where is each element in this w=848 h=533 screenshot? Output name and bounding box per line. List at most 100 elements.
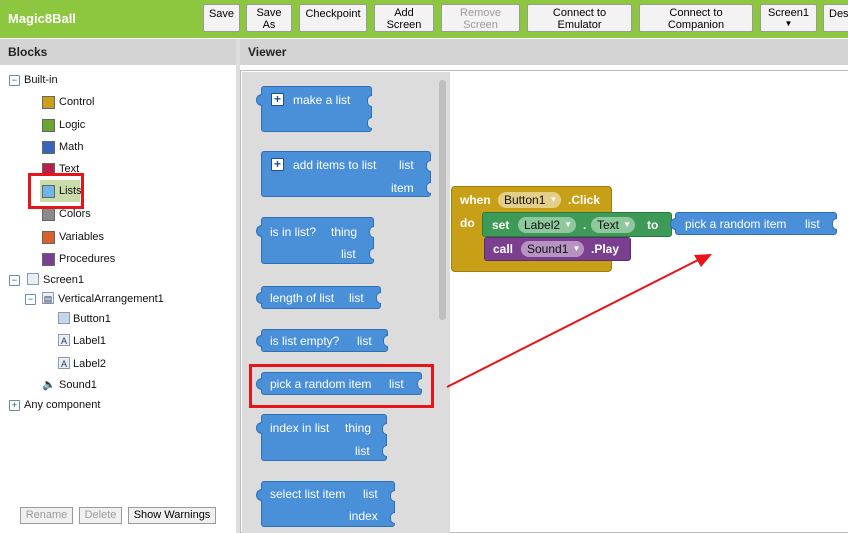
tree-item-control[interactable]: Control (42, 92, 162, 112)
save-as-button[interactable]: Save As (246, 4, 292, 32)
event-name-label: .Click (568, 193, 601, 207)
remove-screen-button[interactable]: Remove Screen (441, 4, 520, 32)
event-component-dropdown[interactable]: Button1 ▼ (498, 192, 562, 208)
checkpoint-button[interactable]: Checkpoint (299, 4, 367, 32)
tree-item-variables[interactable]: Variables (42, 227, 162, 247)
delete-button[interactable]: Delete (79, 507, 122, 524)
label-icon: A (58, 357, 70, 369)
ws-pick-random-list-label: list (805, 217, 820, 231)
output-tab (670, 218, 676, 230)
output-tab (256, 422, 262, 434)
mutator-plus-icon[interactable]: + (271, 158, 284, 171)
add-screen-button[interactable]: Add Screen (374, 4, 434, 32)
is-list-empty-block[interactable]: is list empty? list (256, 329, 388, 352)
collapse-icon[interactable]: − (9, 274, 20, 286)
procedures-label: Procedures (59, 253, 116, 265)
screen-select-label: Screen1 (768, 7, 809, 19)
save-label: Save (208, 8, 235, 20)
control-swatch-icon (42, 96, 55, 109)
index-in-list-label: index in list (270, 421, 330, 435)
tree-item-label1[interactable]: A Label1 (58, 331, 178, 351)
input-socket (390, 490, 395, 502)
set-label: set (492, 218, 510, 232)
input-socket (369, 248, 374, 260)
tree-item-button1[interactable]: Button1 (58, 309, 178, 329)
input-socket (426, 182, 431, 194)
tree-item-logic[interactable]: Logic (42, 115, 162, 135)
workspace-pick-random-block[interactable]: pick a random item list (670, 212, 837, 235)
add-items-to-list-block[interactable]: + add items to list list item (261, 151, 431, 197)
tree-item-built-in[interactable]: − Built-in (9, 70, 58, 90)
is-in-list-block[interactable]: is in list? thing list (256, 217, 374, 264)
any-component-label: Any component (24, 399, 101, 411)
index-in-list-list-label: list (355, 444, 370, 458)
length-of-list-label: length of list (270, 291, 335, 305)
show-warnings-button[interactable]: Show Warnings (128, 507, 216, 524)
rename-button[interactable]: Rename (20, 507, 73, 524)
length-of-list-block[interactable]: length of list list (256, 286, 381, 309)
index-in-list-block[interactable]: index in list thing list (256, 414, 387, 461)
set-component-dropdown[interactable]: Label2 ▼ (518, 217, 577, 233)
math-label: Math (59, 141, 84, 153)
dot-label: . (583, 218, 587, 232)
designer-label: Des (829, 8, 848, 20)
designer-button[interactable]: Des (823, 4, 848, 32)
tree-item-procedures[interactable]: Procedures (42, 249, 162, 269)
input-socket (369, 226, 374, 238)
top-toolbar: Magic8Ball Save Save As Checkpoint Add S… (0, 0, 848, 38)
set-property-dropdown[interactable]: Text ▼ (591, 217, 636, 233)
remove-screen-label-line2: Screen (463, 19, 498, 31)
output-tab (256, 489, 262, 501)
expand-icon[interactable]: + (9, 399, 20, 411)
is-list-empty-label: is list empty? (270, 334, 340, 348)
remove-screen-label-line1: Remove (460, 7, 501, 19)
tree-item-vertical-arrangement[interactable]: − ▤ VerticalArrangement1 (25, 289, 225, 309)
save-as-label-line1: Save (256, 7, 282, 19)
tree-item-math[interactable]: Math (42, 137, 162, 157)
output-tab (256, 335, 262, 347)
connect-emulator-button[interactable]: Connect to Emulator (527, 4, 632, 32)
annotation-arrow (446, 254, 712, 388)
collapse-icon[interactable]: − (9, 74, 20, 86)
input-socket (383, 335, 388, 347)
save-button[interactable]: Save (203, 4, 240, 32)
variables-label: Variables (59, 231, 105, 243)
tree-item-sound1[interactable]: 🔈 Sound1 (42, 375, 162, 395)
input-socket (382, 445, 387, 457)
ws-pick-random-label: pick a random item (685, 217, 787, 231)
chevron-down-icon: ▼ (623, 220, 632, 229)
connect-companion-button[interactable]: Connect to Companion (639, 4, 753, 32)
make-a-list-block[interactable]: + make a list (256, 86, 372, 132)
built-in-label: Built-in (24, 74, 58, 86)
collapse-icon[interactable]: − (25, 293, 36, 305)
set-label2-text-block[interactable]: set Label2 ▼ . Text ▼ to (482, 212, 672, 237)
tree-item-any-component[interactable]: + Any component (9, 395, 149, 415)
blocks-header: Blocks (0, 39, 236, 65)
connect-companion-label-line1: Connect to (669, 7, 723, 19)
index-in-list-thing-label: thing (345, 421, 372, 435)
sound1-label: Sound1 (59, 379, 97, 391)
connect-emulator-label-line2: Emulator (557, 19, 602, 31)
speaker-icon: 🔈 (42, 379, 56, 391)
chevron-down-icon: ▼ (784, 19, 793, 28)
label-icon: A (58, 334, 70, 346)
label2-label: Label2 (73, 358, 107, 370)
input-socket (367, 117, 372, 129)
math-swatch-icon (42, 141, 55, 154)
screen-select-dropdown[interactable]: Screen1 ▼ (760, 4, 817, 32)
variables-swatch-icon (42, 231, 55, 244)
procedures-swatch-icon (42, 253, 55, 266)
tree-item-screen1[interactable]: − Screen1 (9, 270, 149, 290)
connect-emulator-label-line1: Connect to (552, 7, 607, 19)
connect-companion-label-line2: Companion (667, 19, 725, 31)
mutator-plus-icon[interactable]: + (271, 93, 284, 106)
input-socket (367, 95, 372, 107)
chevron-down-icon: ▼ (549, 195, 558, 204)
arrangement-label: VerticalArrangement1 (58, 293, 164, 305)
select-list-item-block[interactable]: select list item list index (256, 481, 395, 527)
input-socket (426, 160, 431, 172)
output-tab (256, 94, 262, 106)
tree-item-label2[interactable]: A Label2 (58, 354, 178, 374)
input-socket (382, 423, 387, 435)
button-icon (58, 312, 70, 324)
